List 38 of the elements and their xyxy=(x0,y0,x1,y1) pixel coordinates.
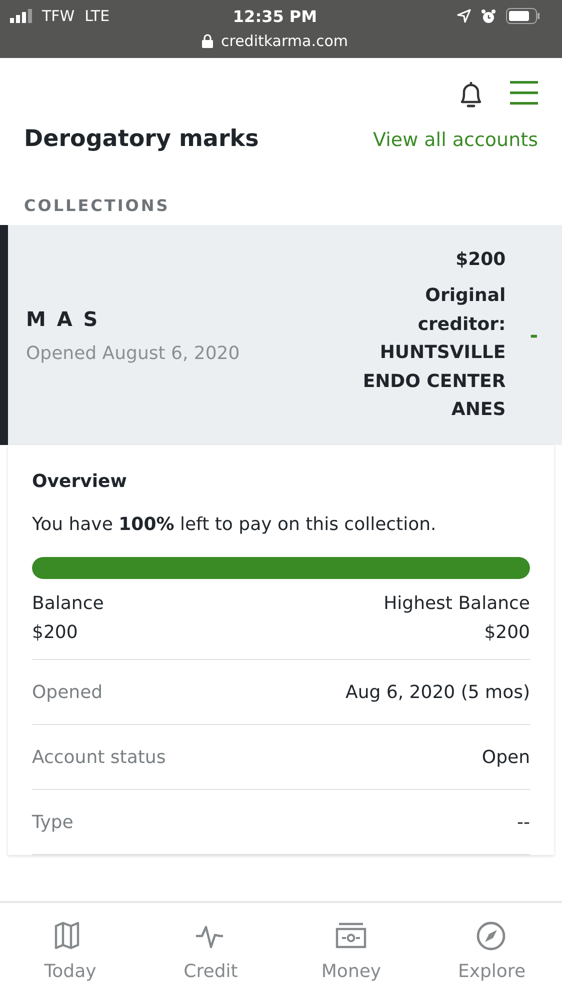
row-label: Account status xyxy=(32,746,166,768)
page-url[interactable]: creditkarma.com xyxy=(220,32,348,50)
account-name: M A S xyxy=(26,306,101,330)
highest-balance-value: $200 xyxy=(483,622,530,643)
highest-balance-label: Highest Balance xyxy=(384,593,530,614)
original-creditor: Original creditor: HUNTSVILLE ENDO CENTER ANES xyxy=(362,284,506,422)
account-card[interactable]: M A S Opened August 6, 2020 $200 Original creditor: HUNTSVILLE ENDO CENTER ANES - xyxy=(0,225,562,445)
balance-label: Balance xyxy=(32,593,104,614)
clock-time: 12:35 PM xyxy=(232,6,318,26)
signal-icon xyxy=(10,9,32,23)
bell-icon[interactable] xyxy=(458,80,484,110)
row-label: Type xyxy=(32,812,74,832)
row-label: Opened xyxy=(32,682,103,702)
collapse-toggle[interactable]: - xyxy=(530,323,538,347)
battery-icon xyxy=(506,8,540,24)
location-arrow-icon xyxy=(457,9,471,23)
overview-sentence: You have 100% left to pay on this collection. xyxy=(32,514,438,535)
row-value: Aug 6, 2020 (5 mos) xyxy=(346,682,530,702)
banknote-icon xyxy=(335,921,368,951)
view-all-link[interactable]: View all accounts xyxy=(373,129,538,151)
lock-icon xyxy=(202,34,213,48)
network-type: LTE xyxy=(84,7,110,25)
compass-icon xyxy=(476,921,508,951)
row-value: Open xyxy=(482,746,530,768)
page-title: Derogatory marks xyxy=(24,126,259,152)
carrier-name: TFW xyxy=(42,7,75,25)
overview-heading: Overview xyxy=(32,471,128,492)
alarm-clock-icon xyxy=(481,8,496,24)
nav-tab[interactable]: Credit xyxy=(140,903,281,1000)
amount: $200 xyxy=(454,248,506,272)
nav-tab[interactable]: Explore xyxy=(422,903,562,1000)
opened-date: Opened August 6, 2020 xyxy=(26,342,241,364)
row-value: -- xyxy=(517,812,530,832)
nav-tab[interactable]: Money xyxy=(281,903,422,1000)
menu-icon[interactable] xyxy=(510,80,538,106)
nav-tab[interactable]: Today xyxy=(0,903,140,1000)
balance-value: $200 xyxy=(32,622,79,643)
section-label: COLLECTIONS xyxy=(23,195,171,217)
